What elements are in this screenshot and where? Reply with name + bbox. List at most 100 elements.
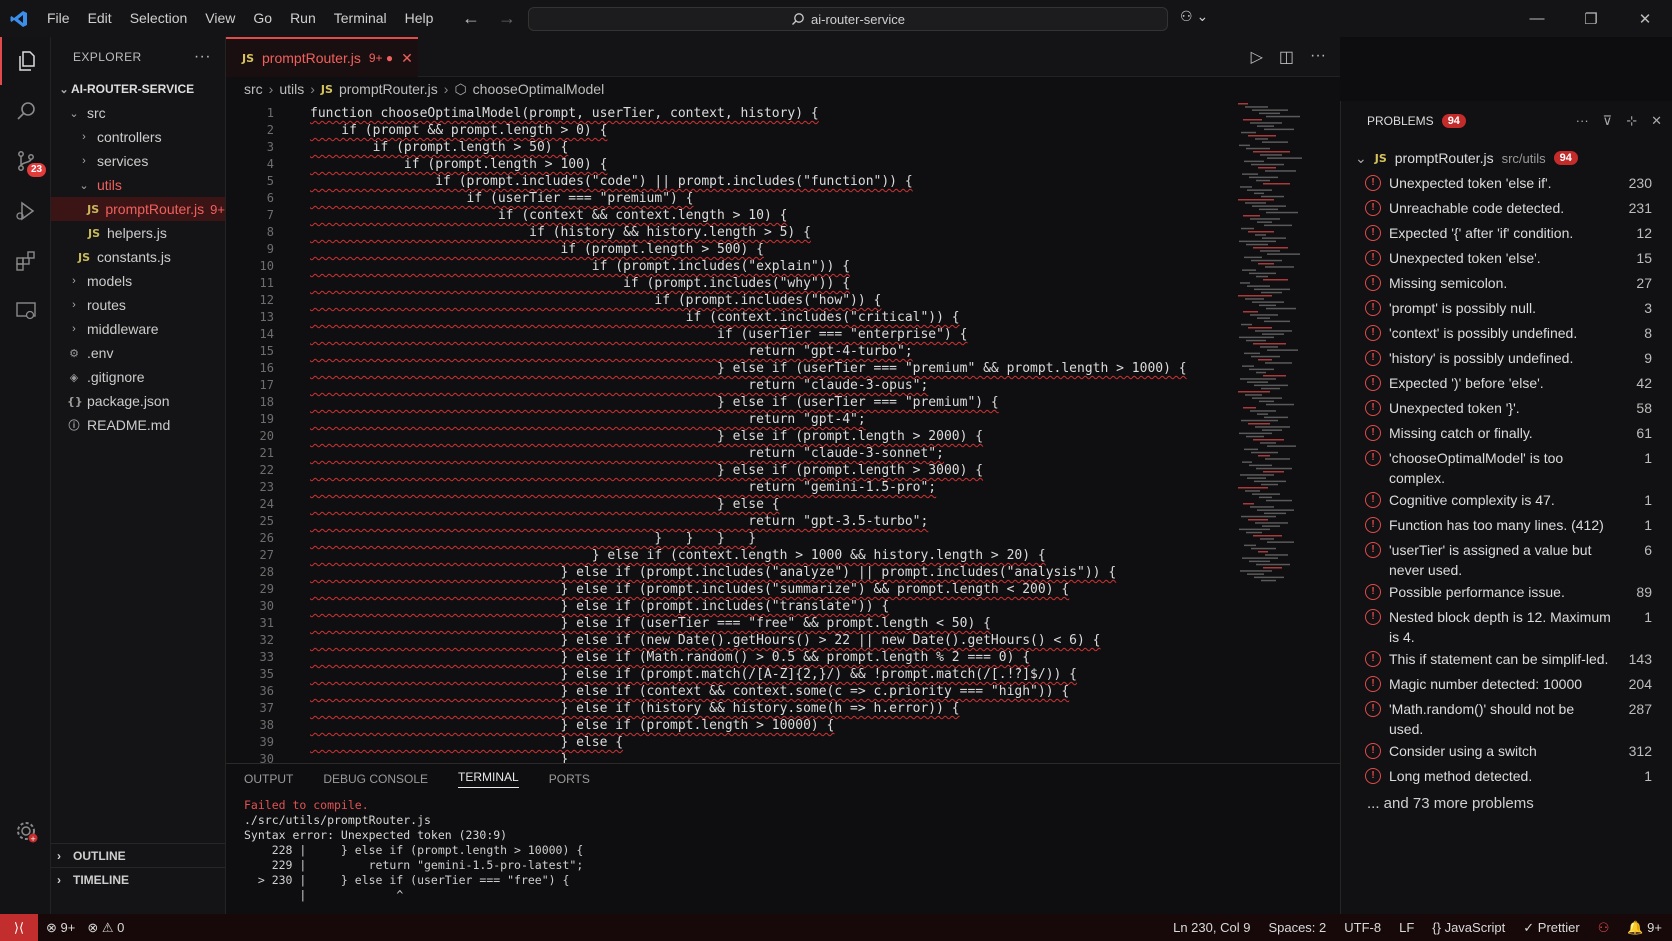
tree-item--gitignore[interactable]: ◈ .gitignore [51, 365, 225, 389]
more-actions-icon[interactable]: ··· [1576, 113, 1589, 129]
code-line[interactable]: } else if (prompt.length > 2000) { [310, 428, 1230, 445]
tree-item-services[interactable]: › services [51, 149, 225, 173]
code-line[interactable]: if (userTier === "premium") { [310, 190, 1230, 207]
code-line[interactable]: } else if (context && context.some(c => … [310, 683, 1230, 700]
terminal-output[interactable]: Failed to compile. ./src/utils/promptRout… [226, 794, 1340, 903]
code-line[interactable]: } else if (userTier === "premium") { [310, 394, 1230, 411]
menu-item-terminal[interactable]: Terminal [325, 0, 396, 37]
problem-item[interactable]: ! Long method detected. 1 [1341, 764, 1672, 789]
remote-indicator-icon[interactable]: ⟩⟨ [0, 914, 38, 941]
collapse-all-icon[interactable]: ⊹ [1626, 113, 1637, 129]
status-eol[interactable]: LF [1399, 920, 1414, 935]
close-tab-icon[interactable]: ✕ [401, 50, 413, 67]
problem-item[interactable]: ! Unexpected token '}'. 58 [1341, 396, 1672, 421]
code-line[interactable]: return "gpt-4"; [310, 411, 1230, 428]
status-copilot-icon[interactable]: ⚇ [1598, 920, 1610, 936]
problems-file-group[interactable]: ⌄ JS promptRouter.js src/utils 94 [1341, 145, 1672, 171]
problem-item[interactable]: ! Unreachable code detected. 231 [1341, 196, 1672, 221]
menu-item-edit[interactable]: Edit [79, 0, 121, 37]
minimize-icon[interactable]: — [1510, 0, 1564, 37]
timeline-section[interactable]: › TIMELINE [51, 867, 226, 891]
code-line[interactable]: } else { [310, 734, 1230, 751]
tree-item-constants-js[interactable]: JS constants.js [51, 245, 225, 269]
close-panel-icon[interactable]: ✕ [1651, 113, 1662, 129]
code-line[interactable]: } else if (prompt.includes("translate"))… [310, 598, 1230, 615]
code-line[interactable]: if (prompt.length > 500) { [310, 241, 1230, 258]
panel-tab-terminal[interactable]: TERMINAL [458, 770, 519, 788]
code-line[interactable]: return "claude-3-opus"; [310, 377, 1230, 394]
menu-item-run[interactable]: Run [281, 0, 325, 37]
problem-item[interactable]: ! Cognitive complexity is 47. 1 [1341, 488, 1672, 513]
tree-item-src[interactable]: ⌄ src [51, 101, 225, 125]
status-language[interactable]: {} JavaScript [1432, 920, 1505, 935]
editor-tab-promptrouter[interactable]: JS promptRouter.js 9+ ● ✕ [226, 37, 418, 77]
code-line[interactable]: } [310, 751, 1230, 763]
problem-item[interactable]: ! 'prompt' is possibly null. 3 [1341, 296, 1672, 321]
code-line[interactable]: if (prompt.length > 100) { [310, 156, 1230, 173]
tree-item-routes[interactable]: › routes [51, 293, 225, 317]
problem-item[interactable]: ! Function has too many lines. (412) 1 [1341, 513, 1672, 538]
source-control-icon[interactable]: 23 [0, 137, 51, 185]
code-line[interactable]: } else if (userTier === "free" && prompt… [310, 615, 1230, 632]
panel-tab-debug-console[interactable]: DEBUG CONSOLE [323, 772, 428, 786]
status-errors[interactable]: ⊗ 9+ [46, 920, 75, 936]
menu-item-selection[interactable]: Selection [121, 0, 197, 37]
status-prettier[interactable]: ✓ Prettier [1523, 920, 1579, 936]
problem-item[interactable]: ! This if statement can be simplif-led. 14… [1341, 647, 1672, 672]
outline-section[interactable]: › OUTLINE [51, 843, 226, 867]
code-line[interactable]: if (history && history.length > 5) { [310, 224, 1230, 241]
code-line[interactable]: } else if (prompt.match(/[A-Z]{2,}/) && … [310, 666, 1230, 683]
code-line[interactable]: if (prompt.includes("explain")) { [310, 258, 1230, 275]
command-center[interactable]: ai-router-service [528, 7, 1168, 31]
breadcrumb-function[interactable]: chooseOptimalModel [473, 81, 605, 97]
remote-explorer-icon[interactable] [0, 287, 51, 335]
tree-item-helpers-js[interactable]: JS helpers.js [51, 221, 225, 245]
status-cursor-position[interactable]: Ln 230, Col 9 [1173, 920, 1250, 935]
tree-item-readme-md[interactable]: ⓘ README.md [51, 413, 225, 437]
tree-item-controllers[interactable]: › controllers [51, 125, 225, 149]
code-line[interactable]: if (prompt.includes("code") || prompt.in… [310, 173, 1230, 190]
code-line[interactable]: } else if (userTier === "premium" && pro… [310, 360, 1230, 377]
code-line[interactable]: } } } } [310, 530, 1230, 547]
forward-arrow-icon[interactable]: → [498, 8, 516, 29]
code-line[interactable]: if (prompt && prompt.length > 0) { [310, 122, 1230, 139]
code-line[interactable]: if (context && context.length > 10) { [310, 207, 1230, 224]
status-warnings[interactable]: ⊗ ⚠ 0 [87, 920, 124, 936]
problem-item[interactable]: ! 'context' is possibly undefined. 8 [1341, 321, 1672, 346]
problem-item[interactable]: ! Nested block depth is 12. Maximum is 4.… [1341, 605, 1672, 647]
tree-item-middleware[interactable]: › middleware [51, 317, 225, 341]
explorer-icon[interactable] [0, 37, 51, 85]
code-line[interactable]: } else if (Math.random() > 0.5 && prompt… [310, 649, 1230, 666]
breadcrumb-utils[interactable]: utils [279, 81, 304, 97]
menu-item-file[interactable]: File [38, 0, 79, 37]
split-editor-icon[interactable]: ◫ [1279, 47, 1294, 67]
tree-item-package-json[interactable]: {} package.json [51, 389, 225, 413]
problem-item[interactable]: ! Missing semicolon. 27 [1341, 271, 1672, 296]
problem-item[interactable]: ! 'Math.random()' should not be used. 287 [1341, 697, 1672, 739]
minimap[interactable] [1236, 101, 1331, 763]
problem-item[interactable]: ! Unexpected token 'else'. 15 [1341, 246, 1672, 271]
tree-item-promptrouter-js[interactable]: JS promptRouter.js 9+ [51, 197, 225, 221]
code-line[interactable]: return "gpt-3.5-turbo"; [310, 513, 1230, 530]
problem-item[interactable]: ! 'history' is possibly undefined. 9 [1341, 346, 1672, 371]
code-line[interactable]: } else if (prompt.includes("analyze") ||… [310, 564, 1230, 581]
problem-item[interactable]: ! Possible performance issue. 89 [1341, 580, 1672, 605]
problem-item[interactable]: ! Unexpected token 'else if'. 230 [1341, 171, 1672, 196]
code-content[interactable]: function chooseOptimalModel(prompt, user… [310, 105, 1230, 763]
search-icon[interactable] [0, 87, 51, 135]
code-line[interactable]: } else if (prompt.length > 3000) { [310, 462, 1230, 479]
more-actions-icon[interactable]: ··· [194, 48, 211, 66]
restore-icon[interactable]: ❐ [1564, 0, 1618, 37]
code-line[interactable]: return "gpt-4-turbo"; [310, 343, 1230, 360]
status-spaces[interactable]: Spaces: 2 [1268, 920, 1326, 935]
problem-item[interactable]: ! 'userTier' is assigned a value but neve… [1341, 538, 1672, 580]
code-line[interactable]: if (userTier === "enterprise") { [310, 326, 1230, 343]
tree-item-utils[interactable]: ⌄ utils [51, 173, 225, 197]
panel-tab-output[interactable]: OUTPUT [244, 772, 293, 786]
code-line[interactable]: } else if (context.length > 1000 && hist… [310, 547, 1230, 564]
back-arrow-icon[interactable]: ← [462, 8, 480, 29]
breadcrumb-file[interactable]: promptRouter.js [339, 81, 438, 97]
extensions-icon[interactable] [0, 237, 51, 285]
menu-item-help[interactable]: Help [396, 0, 443, 37]
menu-item-view[interactable]: View [196, 0, 244, 37]
